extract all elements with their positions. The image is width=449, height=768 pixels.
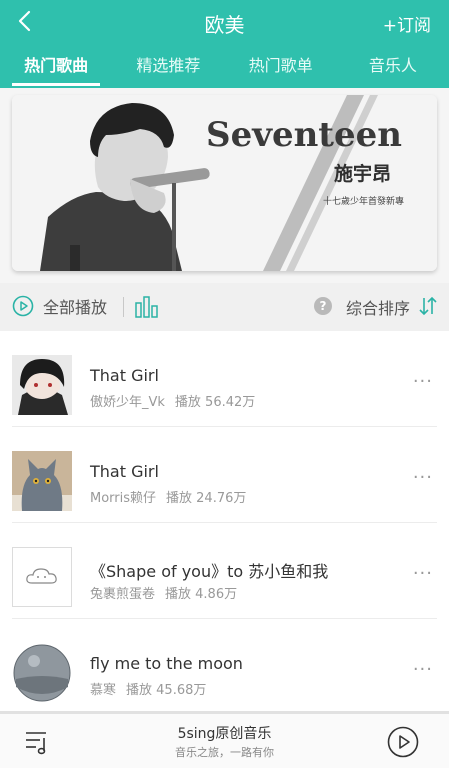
song-artist: 傲娇少年_Vk (90, 395, 165, 410)
page-title: 欧美 (204, 13, 245, 37)
more-options-icon[interactable]: ··· (413, 371, 433, 392)
song-meta: 慕寒 播放 45.68万 (90, 679, 206, 698)
banner-subtitle: 十七歲少年首發新專 (322, 197, 404, 207)
more-options-icon[interactable]: ··· (413, 563, 433, 584)
list-item[interactable]: That Girl Morris赖仔 播放 24.76万 ··· (0, 427, 449, 523)
play-all-label: 全部播放 (43, 298, 108, 317)
category-tabs: 热门歌曲 精选推荐 热门歌单 音乐人 (0, 44, 449, 88)
play-all-button[interactable]: 全部播放 (12, 294, 107, 318)
song-artist: 慕寒 (90, 683, 117, 698)
player-title: 5sing原创音乐 (177, 726, 272, 742)
song-meta: 傲娇少年_Vk 播放 56.42万 (90, 391, 255, 410)
banner-artist-name: 施宇昂 (333, 163, 391, 185)
title-row: 欧美 +订阅 (0, 0, 449, 44)
divider (123, 297, 124, 317)
song-plays: 播放 24.76万 (166, 491, 247, 506)
song-meta: Morris赖仔 播放 24.76万 (90, 487, 246, 506)
player-subtitle: 音乐之旅，一路有你 (175, 746, 274, 759)
tab-featured[interactable]: 精选推荐 (112, 44, 224, 88)
song-title: That Girl (90, 366, 159, 385)
list-item[interactable]: 《Shape of you》to 苏小鱼和我 兔裹煎蛋卷 播放 4.86万 ··· (0, 523, 449, 619)
song-plays: 播放 56.42万 (174, 395, 256, 410)
list-item[interactable]: That Girl 傲娇少年_Vk 播放 56.42万 ··· (0, 331, 449, 427)
mini-player: 5sing原创音乐 音乐之旅，一路有你 (0, 711, 449, 768)
banner-album-title: Seventeen (206, 115, 402, 155)
song-meta: 兔裹煎蛋卷 播放 4.86万 (90, 583, 237, 602)
song-title: That Girl (90, 462, 159, 481)
song-title: fly me to the moon (90, 654, 243, 673)
song-cover-moon (12, 643, 72, 703)
sort-arrows-icon[interactable] (418, 295, 438, 317)
more-options-icon[interactable]: ··· (413, 659, 433, 680)
tab-musicians[interactable]: 音乐人 (337, 44, 449, 88)
song-artist: 兔裹煎蛋卷 (90, 587, 156, 602)
equalizer-icon[interactable] (134, 295, 160, 319)
subscribe-button[interactable]: +订阅 (383, 11, 431, 36)
list-item[interactable]: fly me to the moon 慕寒 播放 45.68万 ··· (0, 619, 449, 715)
song-cover-anime (12, 355, 72, 415)
list-controls: 全部播放 ? 综合排序 (0, 283, 449, 331)
sort-button[interactable]: 综合排序 (346, 295, 410, 319)
help-icon[interactable]: ? (314, 297, 332, 315)
song-plays: 播放 45.68万 (126, 683, 207, 698)
song-artist: Morris赖仔 (90, 491, 157, 506)
tab-hot-songs[interactable]: 热门歌曲 (0, 44, 112, 88)
more-options-icon[interactable]: ··· (413, 467, 433, 488)
tab-hot-playlists[interactable]: 热门歌单 (225, 44, 337, 88)
song-title: 《Shape of you》to 苏小鱼和我 (90, 562, 329, 581)
song-cover-cat (12, 451, 72, 511)
top-bar: 欧美 +订阅 热门歌曲 精选推荐 热门歌单 音乐人 (0, 0, 449, 88)
song-plays: 播放 4.86万 (165, 587, 238, 602)
song-cover-cloud (12, 547, 72, 607)
song-list: That Girl 傲娇少年_Vk 播放 56.42万 ··· That Girl… (0, 331, 449, 715)
play-icon[interactable] (387, 726, 419, 758)
play-circle-icon (12, 295, 34, 317)
promo-banner[interactable]: Seventeen 施宇昂 十七歲少年首發新專 (12, 95, 437, 271)
